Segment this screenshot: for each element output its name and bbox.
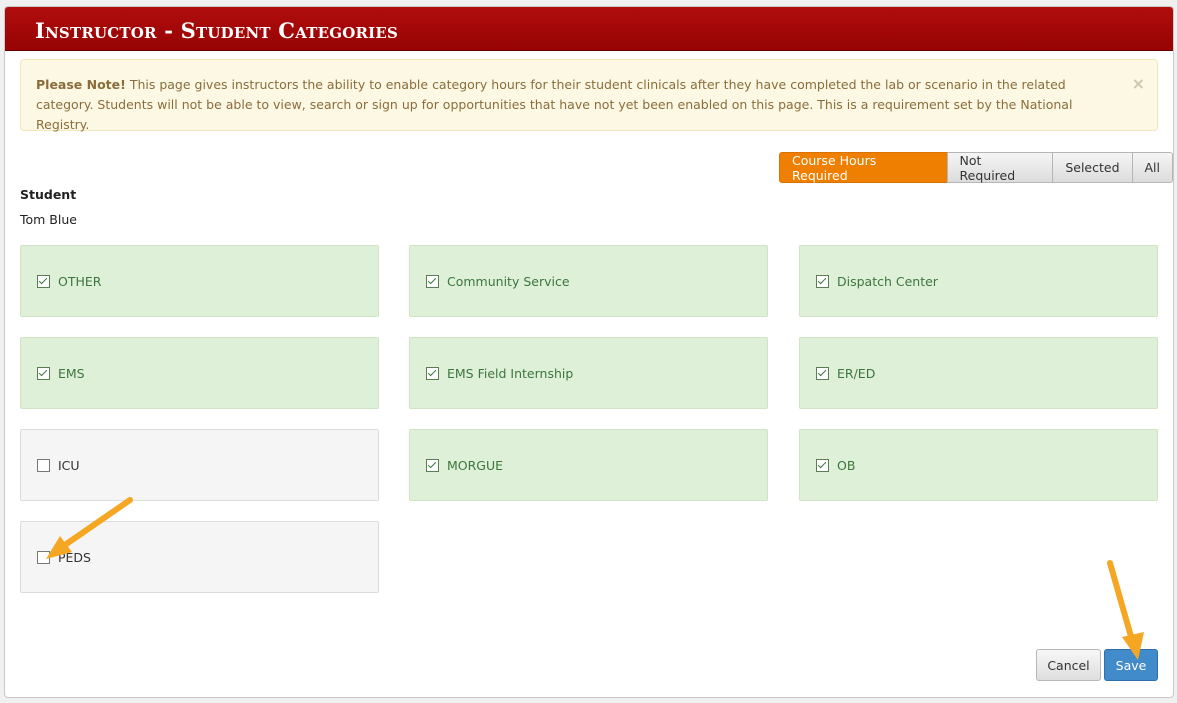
category-label: EMS: [58, 365, 85, 381]
category-tile[interactable]: EMS: [20, 337, 379, 409]
category-label: OB: [837, 457, 856, 473]
category-checkbox-checked[interactable]: [816, 458, 829, 472]
category-tile[interactable]: ICU: [20, 429, 379, 501]
category-label: Dispatch Center: [837, 273, 938, 289]
filter-not-required-button[interactable]: Not Required: [946, 152, 1054, 183]
category-tile[interactable]: EMS Field Internship: [409, 337, 768, 409]
category-tile[interactable]: OTHER: [20, 245, 379, 317]
category-label: EMS Field Internship: [447, 365, 574, 381]
panel-header: Instructor - Student Categories: [5, 7, 1173, 51]
close-icon[interactable]: ×: [1132, 74, 1145, 94]
alert-body: This page gives instructors the ability …: [36, 77, 1073, 132]
category-checkbox-unchecked[interactable]: [37, 458, 50, 472]
save-button[interactable]: Save: [1104, 649, 1158, 681]
filter-course-hours-required-button[interactable]: Course Hours Required: [779, 152, 948, 183]
page-title: Instructor - Student Categories: [35, 18, 399, 43]
category-label: MORGUE: [447, 457, 504, 473]
category-label: ICU: [58, 457, 80, 473]
note-alert: Please Note! This page gives instructors…: [20, 59, 1158, 132]
filter-selected-button[interactable]: Selected: [1052, 152, 1133, 183]
category-checkbox-checked[interactable]: [37, 366, 50, 380]
filter-button-group: Course Hours Required Not Required Selec…: [779, 152, 1173, 183]
category-tile[interactable]: ER/ED: [799, 337, 1158, 409]
category-tile[interactable]: OB: [799, 429, 1158, 501]
category-tile[interactable]: PEDS: [20, 521, 379, 593]
category-checkbox-checked[interactable]: [816, 274, 829, 288]
category-checkbox-checked[interactable]: [426, 366, 439, 380]
category-tile[interactable]: Community Service: [409, 245, 768, 317]
category-label: ER/ED: [837, 365, 876, 381]
category-checkbox-checked[interactable]: [426, 458, 439, 472]
category-checkbox-unchecked[interactable]: [37, 550, 50, 564]
alert-text: Please Note! This page gives instructors…: [36, 75, 1106, 135]
cancel-button[interactable]: Cancel: [1036, 649, 1101, 681]
category-label: Community Service: [447, 273, 570, 289]
category-label: PEDS: [58, 549, 91, 565]
category-label: OTHER: [58, 273, 102, 289]
student-label: Student: [20, 187, 77, 202]
filter-all-button[interactable]: All: [1131, 152, 1173, 183]
student-name: Tom Blue: [20, 212, 77, 227]
category-tile[interactable]: Dispatch Center: [799, 245, 1158, 317]
category-tile[interactable]: MORGUE: [409, 429, 768, 501]
category-checkbox-checked[interactable]: [816, 366, 829, 380]
category-checkbox-checked[interactable]: [426, 274, 439, 288]
categories-panel: Instructor - Student Categories Please N…: [4, 6, 1174, 698]
alert-strong: Please Note!: [36, 77, 126, 92]
category-checkbox-checked[interactable]: [37, 274, 50, 288]
